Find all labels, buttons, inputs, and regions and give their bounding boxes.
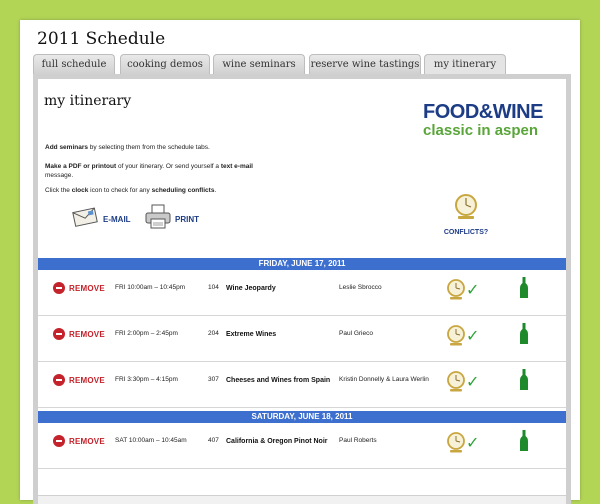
event-row: REMOVE FRI 10:00am – 10:45pm 104 Wine Je…: [38, 270, 566, 316]
clock-icon[interactable]: [445, 278, 467, 307]
event-time: SAT 10:00am – 10:45am: [115, 437, 187, 444]
event-title: Extreme Wines: [226, 331, 277, 338]
remove-icon: [53, 328, 65, 340]
tab-wine-seminars[interactable]: wine seminars: [213, 54, 305, 75]
checkmark-icon: ✓: [466, 372, 480, 391]
event-row: REMOVE FRI 2:00pm – 2:45pm 204 Extreme W…: [38, 316, 566, 362]
help-email-bold: text e-mail: [220, 163, 253, 170]
print-label: PRINT: [175, 214, 199, 224]
event-host: Leslie Sbrocco: [339, 284, 382, 291]
wine-bottle-icon[interactable]: [519, 369, 529, 396]
help-clock-start: Click the: [45, 187, 72, 194]
event-host: Kristin Donnelly & Laura Werlin: [339, 376, 429, 383]
event-host: Paul Roberts: [339, 437, 377, 444]
event-title: Wine Jeopardy: [226, 285, 276, 292]
event-time: FRI 3:30pm – 4:15pm: [115, 376, 178, 383]
event-number: 204: [208, 330, 219, 337]
envelope-icon: [71, 206, 101, 233]
help-add-rest: by selecting them from the schedule tabs…: [88, 144, 210, 151]
page-title: 2011 Schedule: [37, 29, 166, 49]
checkmark-icon: ✓: [466, 280, 480, 299]
printer-icon: [143, 204, 173, 235]
tab-reserve-wine-tastings[interactable]: reserve wine tastings: [309, 54, 421, 75]
conflicts-button[interactable]: CONFLICTS?: [441, 193, 491, 236]
help-text-add: Add seminars by selecting them from the …: [45, 143, 265, 152]
wine-bottle-icon[interactable]: [519, 277, 529, 304]
event-time: FRI 10:00am – 10:45pm: [115, 284, 186, 291]
remove-label: REMOVE: [69, 329, 105, 339]
clock-icon[interactable]: [445, 370, 467, 399]
checkmark-icon: ✓: [466, 433, 480, 452]
tab-my-itinerary[interactable]: my itinerary: [424, 54, 506, 75]
brand-line-2: classic in aspen: [423, 122, 539, 139]
day-header-saturday: SATURDAY, JUNE 18, 2011: [38, 411, 566, 423]
tab-bar: full schedule cooking demos wine seminar…: [33, 54, 583, 75]
remove-label: REMOVE: [69, 375, 105, 385]
email-label: E-MAIL: [103, 214, 131, 224]
conflicts-label: CONFLICTS?: [443, 229, 489, 236]
help-text-pdf: Make a PDF or printout of your itinerary…: [45, 162, 265, 180]
help-pdf-mid: of your itinerary. Or send yourself a: [116, 163, 221, 170]
help-conflicts-bold: scheduling conflicts: [151, 187, 215, 194]
checkmark-icon: ✓: [466, 326, 480, 345]
remove-icon: [53, 435, 65, 447]
remove-button[interactable]: REMOVE: [53, 374, 105, 386]
event-row: REMOVE SAT 10:00am – 10:45am 407 Califor…: [38, 423, 566, 469]
day-header-friday: FRIDAY, JUNE 17, 2011: [38, 258, 566, 270]
help-clock-end: .: [214, 187, 217, 194]
help-text-clock: Click the clock icon to check for any sc…: [45, 186, 265, 195]
wine-bottle-icon[interactable]: [519, 430, 529, 457]
itinerary-panel: my itinerary FOOD&WINE classic in aspen …: [33, 74, 571, 504]
clock-icon: [453, 194, 479, 227]
clock-icon[interactable]: [445, 431, 467, 460]
schedule-window: 2011 Schedule full schedule cooking demo…: [20, 20, 583, 504]
itinerary-heading: my itinerary: [44, 93, 132, 109]
wine-bottle-icon[interactable]: [519, 323, 529, 350]
event-number: 407: [208, 437, 219, 444]
remove-label: REMOVE: [69, 283, 105, 293]
remove-button[interactable]: REMOVE: [53, 328, 105, 340]
remove-button[interactable]: REMOVE: [53, 282, 105, 294]
event-row: REMOVE FRI 3:30pm – 4:15pm 307 Cheeses a…: [38, 362, 566, 408]
tab-cooking-demos[interactable]: cooking demos: [120, 54, 210, 75]
event-title: California & Oregon Pinot Noir: [226, 438, 328, 445]
help-pdf-rest: message.: [45, 172, 74, 179]
help-add-bold: Add seminars: [45, 144, 88, 151]
brand-line-1: FOOD&WINE: [423, 101, 543, 123]
remove-button[interactable]: REMOVE: [53, 435, 105, 447]
email-button[interactable]: E-MAIL: [71, 205, 131, 233]
event-time: FRI 2:00pm – 2:45pm: [115, 330, 178, 337]
help-clock-mid: icon to check for any: [88, 187, 152, 194]
remove-icon: [53, 282, 65, 294]
print-button[interactable]: PRINT: [143, 204, 199, 235]
remove-label: REMOVE: [69, 436, 105, 446]
help-clock-bold: clock: [71, 187, 89, 194]
event-number: 104: [208, 284, 219, 291]
remove-icon: [53, 374, 65, 386]
event-host: Paul Grieco: [339, 330, 373, 337]
event-number: 307: [208, 376, 219, 383]
event-title: Cheeses and Wines from Spain: [226, 377, 331, 384]
clock-icon[interactable]: [445, 324, 467, 353]
tab-full-schedule[interactable]: full schedule: [33, 54, 115, 75]
help-pdf-bold: Make a PDF or printout: [45, 163, 117, 170]
